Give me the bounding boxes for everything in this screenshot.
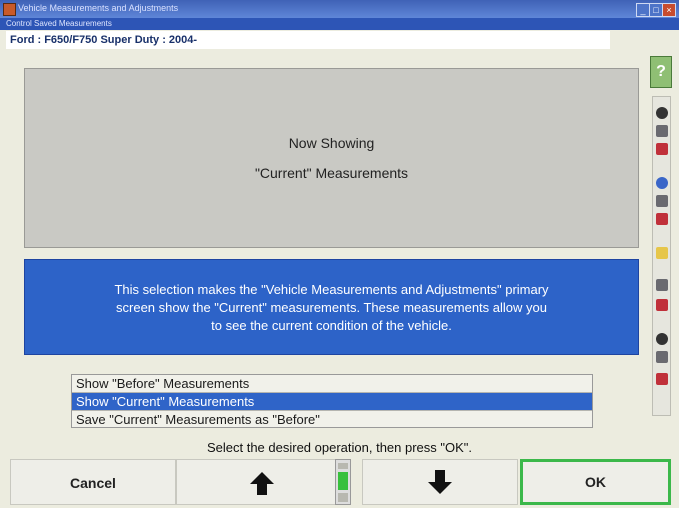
tire-icon[interactable] <box>656 107 668 119</box>
gauge-icon[interactable] <box>656 177 668 189</box>
minimize-button[interactable]: _ <box>636 3 650 17</box>
description-box: This selection makes the "Vehicle Measur… <box>24 259 639 355</box>
print-icon[interactable] <box>656 373 668 385</box>
up-arrow-stem <box>257 483 267 495</box>
close-button[interactable]: × <box>662 3 676 17</box>
description-line: screen show the "Current" measurements. … <box>116 300 547 315</box>
description-line: This selection makes the "Vehicle Measur… <box>114 282 549 297</box>
wheel-icon[interactable] <box>656 125 668 137</box>
toe-icon[interactable] <box>656 279 668 291</box>
indicator-fill <box>338 472 348 490</box>
screen-subtitle-bar: Control Saved Measurements <box>0 18 679 30</box>
side-toolbar <box>652 96 671 416</box>
indicator-segment <box>338 493 348 502</box>
status-line-1: Now Showing <box>288 135 375 151</box>
description-line: to see the current condition of the vehi… <box>211 318 452 333</box>
indicator-segment <box>338 463 348 469</box>
option-show-before[interactable]: Show "Before" Measurements <box>72 375 592 393</box>
title-bar: Vehicle Measurements and Adjustments _ □… <box>0 0 679 18</box>
adjust-icon[interactable] <box>656 213 668 225</box>
operation-list: Show "Before" Measurements Show "Current… <box>71 374 593 428</box>
caster-icon[interactable] <box>656 333 668 345</box>
option-show-current[interactable]: Show "Current" Measurements <box>72 393 592 411</box>
help-button[interactable]: ? <box>650 56 672 88</box>
move-up-button[interactable] <box>176 459 342 505</box>
window-title: Vehicle Measurements and Adjustments <box>18 3 179 13</box>
cancel-button[interactable]: Cancel <box>10 459 176 505</box>
settings-icon[interactable] <box>656 351 668 363</box>
option-save-current-as-before[interactable]: Save "Current" Measurements as "Before" <box>72 411 592 428</box>
vehicle-icon[interactable] <box>656 143 668 155</box>
thrust-icon[interactable] <box>656 299 668 311</box>
status-panel: Now Showing "Current" Measurements <box>24 68 639 248</box>
ok-button[interactable]: OK <box>520 459 671 505</box>
instruction-text: Select the desired operation, then press… <box>206 440 473 455</box>
move-down-button[interactable] <box>362 459 518 505</box>
status-line-2: "Current" Measurements <box>254 165 409 181</box>
help-icon: ? <box>656 63 666 80</box>
app-icon <box>3 3 16 16</box>
lift-icon[interactable] <box>656 247 668 259</box>
screen-subtitle: Control Saved Measurements <box>6 19 112 28</box>
maximize-button[interactable]: □ <box>649 3 663 17</box>
down-arrow-icon <box>428 482 452 494</box>
camber-icon[interactable] <box>656 195 668 207</box>
vehicle-label: Ford : F650/F750 Super Duty : 2004- <box>6 31 610 49</box>
list-position-indicator <box>335 459 351 505</box>
